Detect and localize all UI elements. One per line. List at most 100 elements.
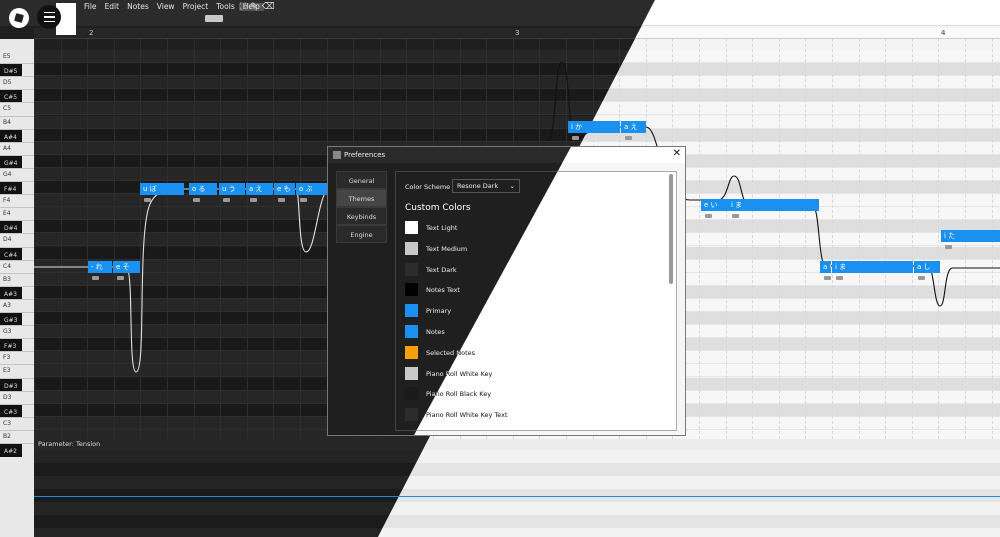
grid-line [167,39,168,439]
menu-notes[interactable]: Notes [123,3,153,11]
piano-key-black[interactable]: D#3 [0,378,22,392]
grid-line [34,39,35,439]
grid-line [858,39,860,439]
grid-line [938,39,940,439]
piano-key-label: E5 [3,53,11,60]
note-handle[interactable] [250,198,257,202]
note[interactable]: a え [246,183,273,195]
color-swatch[interactable] [405,345,418,359]
eraser-icon[interactable]: ⌫ [262,2,275,12]
color-swatch[interactable] [405,262,418,276]
note-handle[interactable] [732,214,739,218]
color-swatch[interactable] [405,387,418,401]
piano-key-label: C3 [3,419,12,427]
nav-general[interactable]: General [336,171,387,189]
menu-edit[interactable]: Edit [101,3,124,11]
note[interactable]: o る [189,183,217,195]
key-separator [0,194,34,196]
note[interactable]: i ま [728,199,819,211]
note[interactable]: i た [941,230,1000,242]
hamburger-menu-icon[interactable] [37,5,61,29]
scrollbar[interactable] [669,174,673,284]
note-handle[interactable] [572,136,579,140]
nav-keybinds[interactable]: Keybinds [336,207,387,225]
color-swatch[interactable] [405,241,418,255]
piano-key-black[interactable]: C#5 [0,90,22,104]
menu-view[interactable]: View [153,3,179,11]
note-handle[interactable] [193,198,200,202]
note[interactable]: i ま [832,261,913,273]
piano-key-black[interactable]: F#3 [0,339,22,353]
piano-key-black[interactable]: A#2 [0,444,22,457]
color-scheme-select[interactable]: Resone Dark ⌄ [452,179,520,193]
piano-key-black[interactable]: G#4 [0,155,22,169]
note-handle[interactable] [625,136,632,140]
grid-line [911,39,913,439]
note-handle[interactable] [278,198,285,202]
note-handle[interactable] [836,276,843,280]
note-handle[interactable] [223,198,230,202]
menu-file[interactable]: File [80,3,101,11]
nav-engine[interactable]: Engine [336,225,387,243]
piano-key-black[interactable]: D#5 [0,64,22,78]
note[interactable]: i か [568,121,620,133]
note-handle[interactable] [144,198,151,202]
menu-tools[interactable]: Tools [212,3,238,11]
note[interactable]: a え [621,121,646,133]
note[interactable]: e も [274,183,295,195]
dock-handle[interactable] [205,15,223,22]
key-separator [0,325,34,327]
color-swatch[interactable] [405,366,418,380]
note-handle[interactable] [824,276,831,280]
note-handle[interactable] [300,198,307,202]
note[interactable]: u う [219,183,245,195]
piano-key-black[interactable]: G#3 [0,313,22,326]
color-swatch[interactable] [405,408,418,422]
key-separator [0,390,34,392]
fullscreen-icon[interactable]: ⛶ [240,2,246,12]
color-scheme-value: Resone Dark [457,182,499,190]
grid-line [885,39,887,439]
note-handle[interactable] [945,245,952,249]
note[interactable]: e い [701,199,728,211]
piano-key-label: F4 [3,197,11,205]
key-separator [0,167,34,169]
chevron-down-icon: ⌄ [509,182,515,190]
piano-key-black[interactable]: F#4 [0,182,22,195]
nav-themes[interactable]: Themes [336,189,387,207]
key-separator [0,416,34,418]
note-handle[interactable] [705,214,712,218]
note[interactable]: - れ [88,261,112,273]
color-swatch[interactable] [405,304,418,318]
menu-project[interactable]: Project [179,3,213,11]
color-swatch[interactable] [405,221,418,234]
color-swatch[interactable] [405,325,418,338]
piano-key-black[interactable]: A#4 [0,129,22,143]
key-separator [0,76,34,78]
piano-key-black[interactable]: C#4 [0,247,22,261]
note[interactable]: a し [914,261,940,273]
note-handle[interactable] [92,276,99,280]
note[interactable]: u ぼ [140,183,184,195]
swatch-label: Text Dark [426,265,457,274]
swatch-label: Notes Text [426,286,460,295]
close-icon[interactable]: ✕ [673,148,681,159]
piano-key-black[interactable]: A#3 [0,286,22,300]
ruler-marker: 2 [89,29,94,37]
piano-key-label: B4 [3,118,11,126]
note-handle[interactable] [117,276,124,280]
preferences-dialog: Preferences General Themes Keybinds Engi… [327,146,686,436]
grid-line [113,39,115,439]
piano-key-label: F#3 [4,343,17,351]
note[interactable]: a い [820,261,831,273]
piano-keys[interactable]: E5 D#5 D5 C#5 C5 B4 A#4 A4 G#4 G4 F#4 F4 E4 D#4 D4 C#4 C… [0,39,34,537]
note-handle[interactable] [918,276,925,280]
piano-key-black[interactable]: C#3 [0,404,22,418]
grid-line [60,39,62,439]
piano-key-black[interactable]: D#4 [0,221,22,235]
key-separator [0,141,34,143]
pencil-icon[interactable]: ✎ [250,2,258,12]
note[interactable]: e そ [113,261,140,273]
grid-line [220,39,222,439]
color-swatch[interactable] [405,283,418,297]
